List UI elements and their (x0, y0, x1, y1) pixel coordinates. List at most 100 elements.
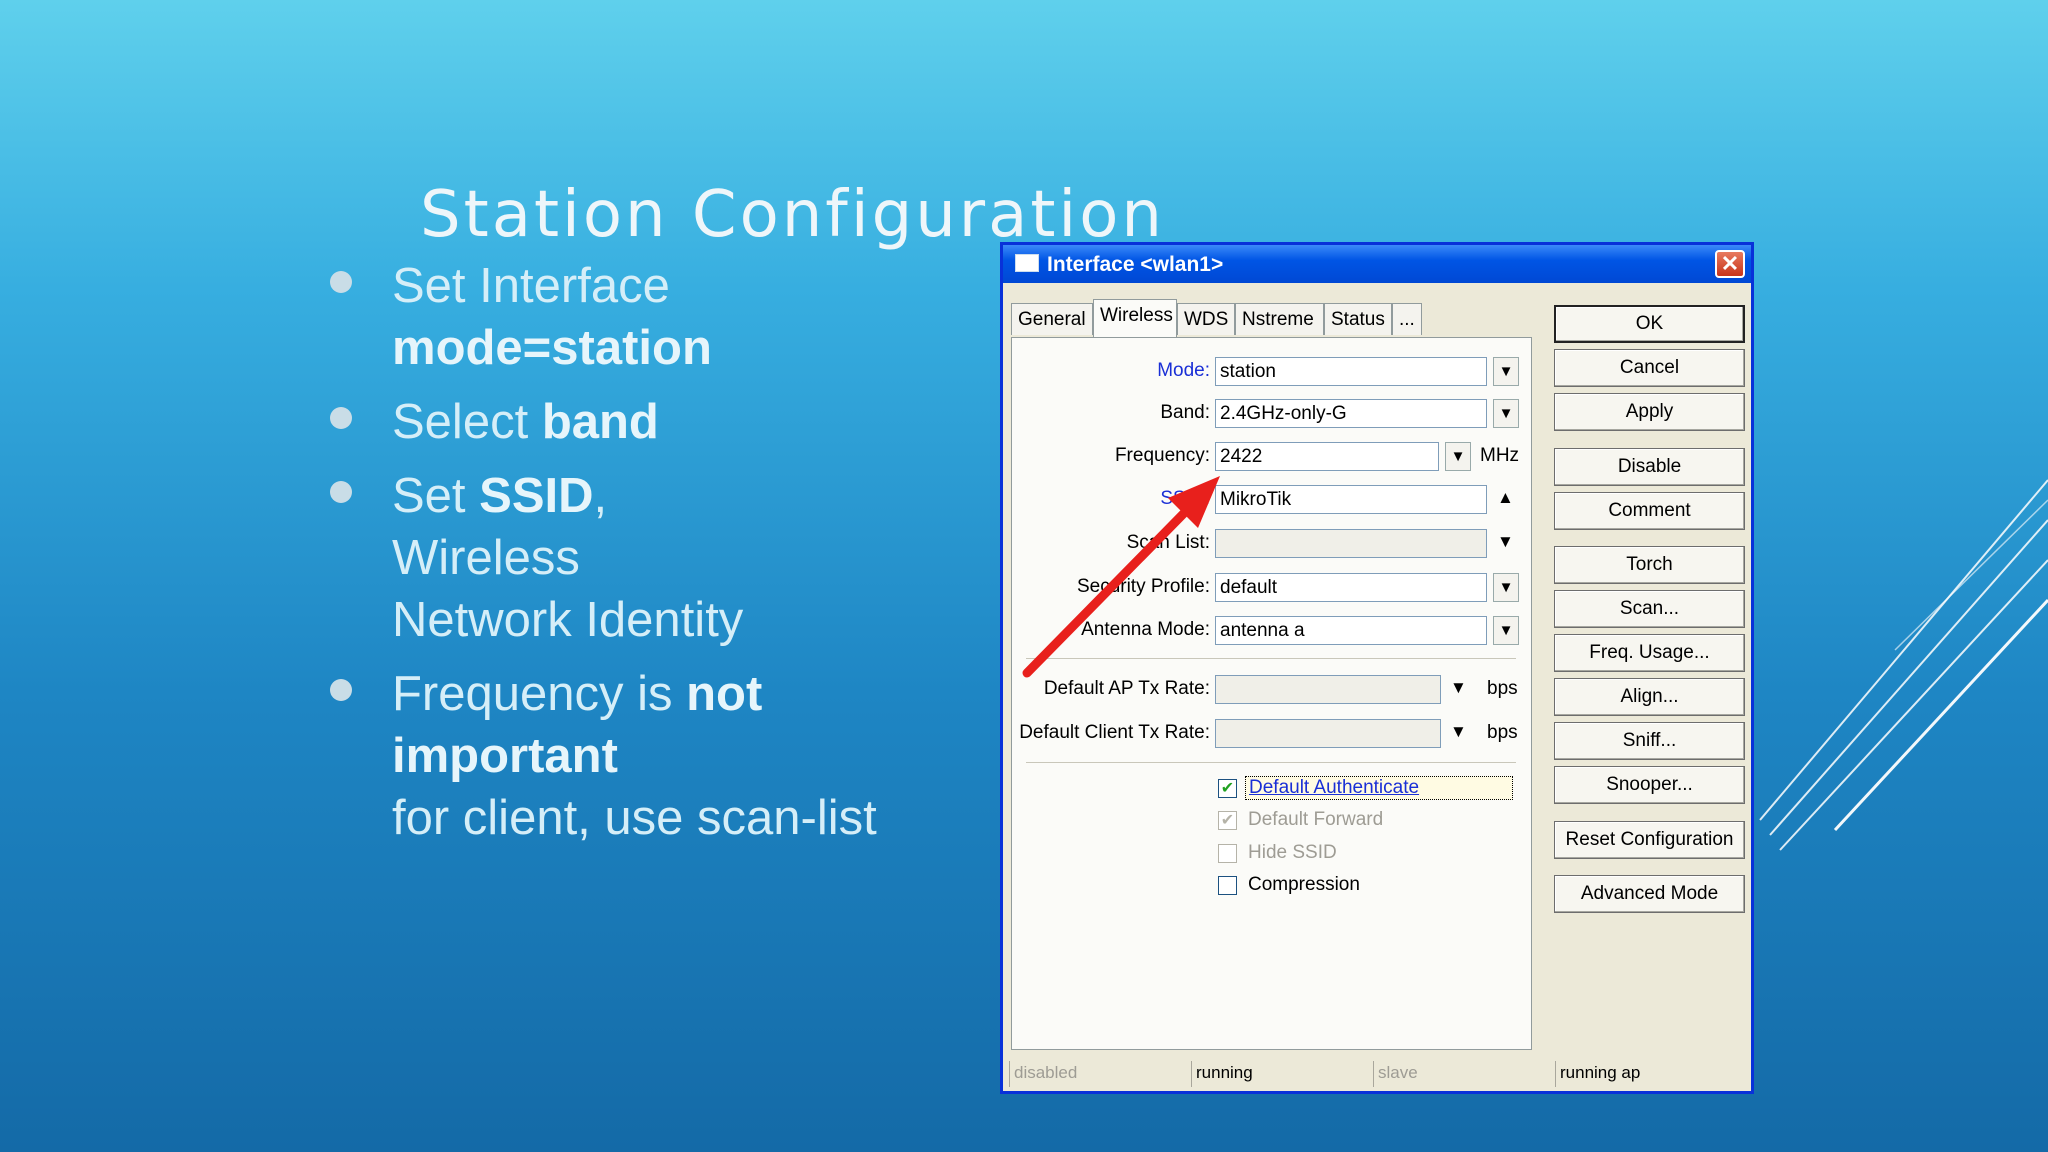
cancel-button[interactable]: Cancel (1554, 349, 1745, 387)
bullet-dot-icon (330, 481, 352, 503)
freq-usage-button[interactable]: Freq. Usage... (1554, 634, 1745, 672)
arrow-down-icon: ▼ (1450, 722, 1467, 741)
apply-button[interactable]: Apply (1554, 393, 1745, 431)
tab-more[interactable]: ... (1392, 303, 1422, 335)
status-running-ap: running ap (1555, 1061, 1745, 1087)
bullet-item: Select band (320, 391, 960, 453)
dropdown-icon: ▼ (1498, 622, 1514, 639)
scan-button[interactable]: Scan... (1554, 590, 1745, 628)
default-forward-checkbox[interactable]: ✔ (1218, 811, 1237, 830)
snooper-button[interactable]: Snooper... (1554, 766, 1745, 804)
frequency-unit: MHz (1480, 445, 1520, 466)
default-authenticate-checkbox[interactable]: ✔ (1218, 779, 1237, 798)
mode-select[interactable]: station (1215, 357, 1487, 386)
scan-list-input[interactable] (1215, 529, 1487, 558)
tab-general[interactable]: General (1011, 303, 1093, 335)
comment-button[interactable]: Comment (1554, 492, 1745, 530)
ssid-label: SSID: (1160, 488, 1210, 509)
hide-ssid-checkbox[interactable] (1218, 844, 1237, 863)
default-ap-tx-rate-input[interactable] (1215, 675, 1441, 704)
arrow-up-icon: ▲ (1497, 488, 1514, 507)
ssid-collapse-button[interactable]: ▲ (1497, 488, 1514, 508)
mode-dropdown-button[interactable]: ▼ (1493, 357, 1519, 386)
bullet-dot-icon (330, 407, 352, 429)
sniff-button[interactable]: Sniff... (1554, 722, 1745, 760)
antenna-mode-label: Antenna Mode: (1081, 619, 1210, 640)
default-client-tx-rate-label: Default Client Tx Rate: (1019, 722, 1210, 743)
security-profile-label: Security Profile: (1076, 576, 1210, 597)
bullet-text: Wireless (392, 531, 580, 585)
torch-button[interactable]: Torch (1554, 546, 1745, 584)
frequency-dropdown-button[interactable]: ▼ (1445, 442, 1471, 471)
bullet-item: Set Interface mode=station (320, 255, 960, 379)
bullet-emphasis: important (392, 729, 618, 783)
window-title: Interface <wlan1> (1047, 253, 1224, 276)
mode-label: Mode: (1157, 360, 1210, 381)
tab-status[interactable]: Status (1324, 303, 1392, 335)
title-bar[interactable]: Interface <wlan1> ✕ (1003, 245, 1751, 283)
bullet-dot-icon (330, 679, 352, 701)
slide-title: Station Configuration (420, 178, 1165, 252)
close-icon: ✕ (1720, 251, 1740, 276)
bullet-line: Set Interface (392, 255, 960, 317)
frequency-select[interactable]: 2422 (1215, 442, 1439, 471)
tab-nstreme[interactable]: Nstreme (1235, 303, 1324, 335)
default-client-tx-rate-dropdown-button[interactable]: ▼ (1450, 722, 1467, 742)
bullet-text: Set Interface (392, 259, 670, 313)
bullet-line: important (392, 725, 960, 787)
bullet-line: Network Identity (392, 589, 960, 651)
bullet-text: for client, use scan-list (392, 791, 877, 845)
band-label: Band: (1160, 402, 1210, 423)
security-profile-select[interactable]: default (1215, 573, 1487, 602)
security-profile-dropdown-button[interactable]: ▼ (1493, 573, 1519, 602)
compression-label: Compression (1248, 874, 1360, 895)
separator (1026, 658, 1516, 659)
dropdown-icon: ▼ (1498, 579, 1514, 596)
bullet-line: Select band (392, 391, 960, 453)
antenna-mode-dropdown-button[interactable]: ▼ (1493, 616, 1519, 645)
dropdown-icon: ▼ (1450, 448, 1466, 465)
bullet-item: Frequency is not important for client, use… (320, 663, 960, 849)
arrow-down-icon: ▼ (1497, 532, 1514, 551)
default-client-tx-rate-input[interactable] (1215, 719, 1441, 748)
default-ap-tx-rate-dropdown-button[interactable]: ▼ (1450, 678, 1467, 698)
dropdown-icon: ▼ (1498, 363, 1514, 380)
wireless-panel: Mode: station ▼ Band: 2.4GHz-only-G ▼ Fr… (1011, 337, 1532, 1050)
window-icon (1015, 254, 1039, 272)
ssid-input[interactable]: MikroTik (1215, 485, 1487, 514)
compression-checkbox[interactable] (1218, 876, 1237, 895)
reset-configuration-button[interactable]: Reset Configuration (1554, 821, 1745, 859)
ok-button[interactable]: OK (1554, 305, 1745, 343)
status-running: running (1191, 1061, 1373, 1087)
antenna-mode-select[interactable]: antenna a (1215, 616, 1487, 645)
default-authenticate-label[interactable]: Default Authenticate (1245, 776, 1513, 800)
tab-wireless[interactable]: Wireless (1093, 299, 1177, 337)
bullet-text: Select (392, 395, 542, 449)
advanced-mode-button[interactable]: Advanced Mode (1554, 875, 1745, 913)
bullet-text: Network Identity (392, 593, 744, 647)
bullet-line: Wireless (392, 527, 960, 589)
arrow-down-icon: ▼ (1450, 678, 1467, 697)
band-dropdown-button[interactable]: ▼ (1493, 399, 1519, 428)
default-client-tx-rate-unit: bps (1487, 722, 1518, 743)
status-bar: disabled running slave running ap (1009, 1061, 1745, 1087)
band-select[interactable]: 2.4GHz-only-G (1215, 399, 1487, 428)
bullet-text: Set (392, 469, 480, 523)
bullet-emphasis: mode=station (392, 321, 712, 375)
status-slave: slave (1373, 1061, 1555, 1087)
bullet-line: Set SSID, (392, 465, 960, 527)
frequency-label: Frequency: (1114, 445, 1210, 466)
scan-list-dropdown-button[interactable]: ▼ (1497, 532, 1514, 552)
bullet-text: , (593, 469, 608, 523)
align-button[interactable]: Align... (1554, 678, 1745, 716)
bullet-list: Set Interface mode=station Select band Set … (320, 255, 960, 861)
bullet-item: Set SSID, Wireless Network Identity (320, 465, 960, 651)
close-button[interactable]: ✕ (1715, 250, 1745, 278)
scan-list-label: Scan List: (1126, 532, 1210, 553)
hide-ssid-label: Hide SSID (1248, 842, 1337, 863)
tab-wds[interactable]: WDS (1177, 303, 1235, 335)
default-ap-tx-rate-unit: bps (1487, 678, 1518, 699)
disable-button[interactable]: Disable (1554, 448, 1745, 486)
bullet-line: for client, use scan-list (392, 787, 960, 849)
dropdown-icon: ▼ (1498, 405, 1514, 422)
